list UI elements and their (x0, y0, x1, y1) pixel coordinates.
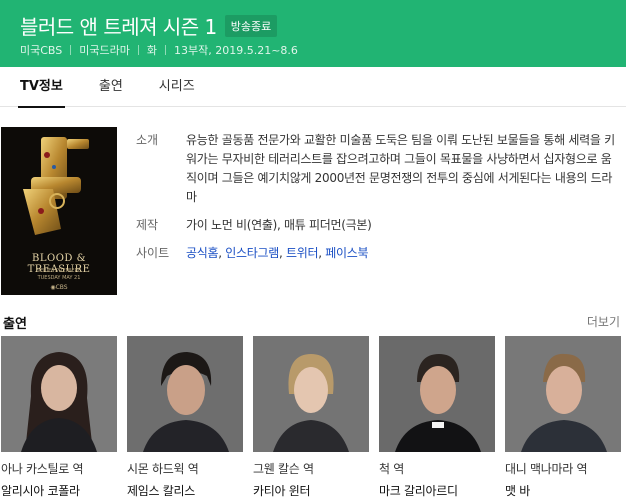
synopsis-label: 소개 (136, 133, 159, 147)
site-links: 공식홈, 인스타그램, 트위터, 페이스북 (186, 246, 369, 260)
program-meta: 미국CBS 미국드라마 화 13부작, 2019.5.21~8.6 (20, 42, 298, 58)
meta-day: 화 (146, 44, 157, 57)
cast-name[interactable]: 알리시아 코폴라 (1, 482, 117, 499)
status-badge: 방송종료 (224, 14, 278, 37)
tab-cast[interactable]: 출연 (99, 67, 123, 107)
meta-divider (165, 45, 166, 55)
cast-role: 아나 카스틸로 역 (1, 462, 84, 476)
tab-bar: TV정보 출연 시리즈 (0, 67, 626, 108)
cast-photo[interactable] (505, 336, 621, 452)
person-silhouette-icon (127, 336, 243, 452)
site-link-twitter[interactable]: 트위터 (286, 246, 319, 260)
production-text: 가이 노먼 비(연출), 매튜 피더먼(극본) (186, 218, 372, 232)
meta-divider (70, 45, 72, 55)
tab-tv-info[interactable]: TV정보 (18, 67, 65, 108)
person-silhouette-icon (253, 336, 369, 452)
production-row: 제작 가이 노먼 비(연출), 매튜 피더먼(극본) (136, 216, 616, 235)
cast-photo[interactable] (379, 336, 495, 452)
site-label: 사이트 (136, 246, 170, 260)
cast-name[interactable]: 마크 갈리아르디 (379, 482, 495, 499)
cast-photo[interactable] (253, 336, 369, 452)
cast-item[interactable]: 대니 맥나마라 역 맷 바 (505, 336, 621, 499)
cast-section-title: 출연 (3, 317, 27, 332)
cast-item[interactable]: 아나 카스틸로 역 알리시아 코폴라 (1, 336, 117, 499)
cast-item[interactable]: 그웬 칼슨 역 카티아 윈터 (253, 336, 369, 499)
more-link[interactable]: 더보기 (587, 313, 620, 330)
cast-role: 척 역 (379, 462, 404, 476)
person-silhouette-icon (1, 336, 117, 452)
cast-role: 시몬 하드윅 역 (127, 462, 199, 476)
cast-name[interactable]: 맷 바 (505, 482, 621, 499)
meta-channel[interactable]: 미국CBS (20, 42, 62, 58)
cast-role: 대니 맥나마라 역 (505, 462, 588, 476)
site-link-official[interactable]: 공식홈 (186, 246, 219, 260)
synopsis-row: 소개 유능한 골동품 전문가와 교활한 미술품 도둑은 팀을 이뤄 도난된 보물… (136, 131, 616, 207)
site-link-facebook[interactable]: 페이스북 (325, 246, 368, 260)
program-title[interactable]: 블러드 앤 트레져 시즌 1 (20, 11, 217, 40)
meta-divider (137, 45, 139, 55)
person-silhouette-icon (379, 336, 495, 452)
cast-name[interactable]: 카티아 윈터 (253, 482, 369, 499)
person-silhouette-icon (505, 336, 621, 452)
meta-genre[interactable]: 미국드라마 (79, 42, 130, 58)
poster-image[interactable]: BLOOD & TREASURE SERIES PREMIERE TUESDAY… (1, 127, 117, 295)
cast-list: 아나 카스틸로 역 알리시아 코폴라 시몬 하드윅 역 제임스 칼리스 그웬 칼… (1, 336, 621, 499)
cast-photo[interactable] (1, 336, 117, 452)
cast-name[interactable]: 제임스 칼리스 (127, 482, 243, 499)
meta-episodes: 13부작, 2019.5.21~8.6 (174, 44, 298, 57)
program-header: 블러드 앤 트레져 시즌 1 방송종료 미국CBS 미국드라마 화 13부작, … (0, 0, 626, 67)
production-label: 제작 (136, 218, 159, 232)
poster-line-2: TUESDAY MAY 21 (37, 275, 81, 281)
cast-role: 그웬 칼슨 역 (253, 462, 314, 476)
poster-line-1: SERIES PREMIERE (36, 268, 82, 274)
cast-item[interactable]: 척 역 마크 갈리아르디 (379, 336, 495, 499)
site-link-instagram[interactable]: 인스타그램 (225, 246, 279, 260)
tab-series[interactable]: 시리즈 (159, 67, 195, 107)
program-info: 소개 유능한 골동품 전문가와 교활한 미술품 도둑은 팀을 이뤄 도난된 보물… (136, 131, 616, 272)
site-row: 사이트 공식홈, 인스타그램, 트위터, 페이스북 (136, 244, 616, 263)
cbs-logo: ◉CBS (50, 284, 68, 291)
cast-item[interactable]: 시몬 하드윅 역 제임스 칼리스 (127, 336, 243, 499)
synopsis-text: 유능한 골동품 전문가와 교활한 미술품 도둑은 팀을 이뤄 도난된 보물들을 … (186, 133, 615, 204)
title-row: 블러드 앤 트레져 시즌 1 방송종료 (20, 11, 278, 40)
cast-photo[interactable] (127, 336, 243, 452)
